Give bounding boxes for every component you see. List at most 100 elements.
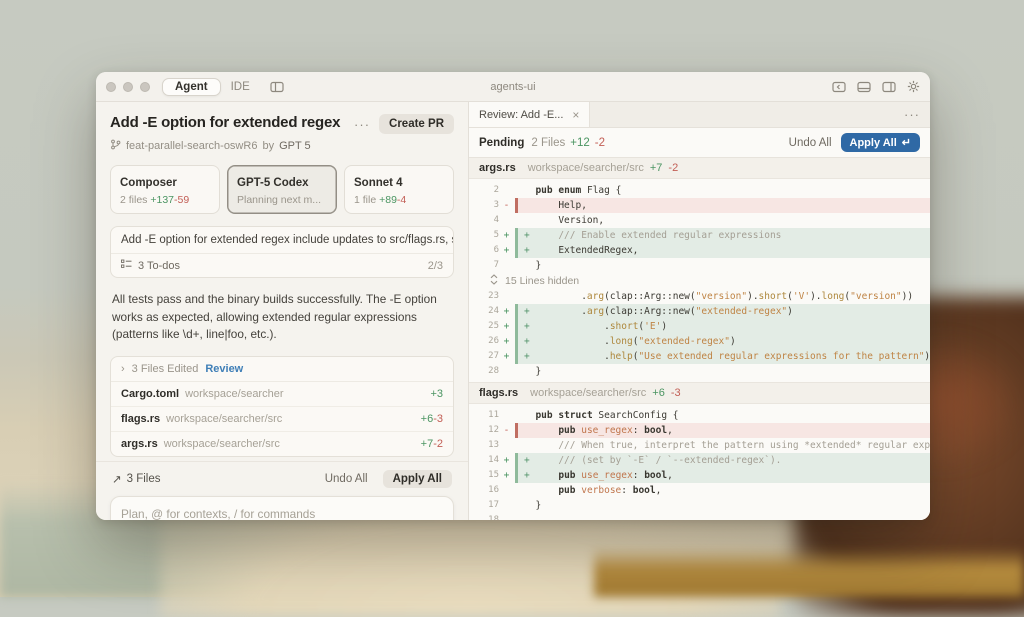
branch-by-label: by — [262, 140, 274, 152]
review-tab-label: Review: Add -E... — [479, 109, 563, 121]
panel-bottom-toggle-icon[interactable] — [857, 81, 871, 93]
app-window: Agent IDE agents-ui Add -E option for ex… — [96, 72, 930, 520]
window-close-button[interactable] — [106, 82, 116, 92]
apply-all-button[interactable]: Apply All ↵ — [841, 133, 920, 152]
window-title: agents-ui — [490, 81, 535, 93]
create-pr-button[interactable]: Create PR — [379, 114, 454, 134]
line-number: 28 — [469, 364, 499, 379]
file-path: workspace/searcher/src — [530, 387, 646, 399]
file-row[interactable]: args.rsworkspace/searcher/src+7-2 — [111, 432, 453, 456]
diff-marker — [499, 498, 514, 513]
todos-label[interactable]: 3 To-dos — [138, 260, 180, 272]
file-name: Cargo.toml — [121, 388, 179, 400]
file-name: flags.rs — [479, 387, 518, 399]
line-number: 16 — [469, 483, 499, 498]
chevron-right-icon[interactable]: › — [121, 363, 125, 375]
settings-gear-icon[interactable] — [907, 80, 920, 93]
apply-all-button[interactable]: Apply All — [383, 470, 452, 488]
pending-files-bar: ↗ 3 Files Undo All Apply All — [96, 461, 468, 496]
undo-all-button[interactable]: Undo All — [789, 137, 832, 149]
panel-left-toggle-icon[interactable] — [832, 81, 846, 93]
review-link[interactable]: Review — [205, 363, 243, 375]
line-number: 27 — [469, 349, 499, 364]
removed-count: -2 — [668, 162, 678, 174]
composer[interactable]: Plan, @ for contexts, / for commands ∞ A… — [110, 496, 454, 520]
worktree-card-sonnet-4[interactable]: Sonnet 41 file +89-4 — [344, 165, 454, 214]
worktree-summary: 2 files +137-59 — [120, 194, 210, 206]
apply-all-label: Apply All — [850, 137, 897, 149]
pending-files-label[interactable]: 3 Files — [127, 473, 161, 485]
files-edited-label[interactable]: 3 Files Edited — [132, 363, 199, 375]
review-tab[interactable]: Review: Add -E... × — [469, 102, 590, 127]
diff-marker: - — [499, 198, 514, 213]
code-line: 28 } — [469, 364, 930, 379]
diff-sections: args.rsworkspace/searcher/src+7-22 pub e… — [469, 158, 930, 520]
wallpaper-grass — [594, 547, 1024, 597]
line-number: 18 — [469, 513, 499, 520]
layout-columns-icon[interactable] — [270, 81, 284, 93]
return-icon: ↵ — [902, 136, 911, 149]
file-path: workspace/searcher — [185, 388, 283, 400]
file-name: args.rs — [479, 162, 516, 174]
branch-model-label: GPT 5 — [279, 140, 311, 152]
file-diff-counts: +6-3 — [421, 413, 443, 425]
files-edited-list: Cargo.tomlworkspace/searcher+3flags.rswo… — [111, 382, 453, 456]
review-panel: Review: Add -E... × ··· Pending 2 Files … — [469, 102, 930, 520]
line-number: 15 — [469, 468, 499, 483]
line-number: 11 — [469, 408, 499, 423]
file-row[interactable]: flags.rsworkspace/searcher/src+6-3 — [111, 407, 453, 432]
code-line: 27++ .help("Use extended regular express… — [469, 349, 930, 364]
code-text: + pub use_regex: bool, — [518, 468, 673, 483]
pending-files-count: 2 Files — [531, 137, 565, 149]
file-row[interactable]: Cargo.tomlworkspace/searcher+3 — [111, 382, 453, 407]
code-text: + ExtendedRegex, — [518, 243, 638, 258]
added-count: +6 — [652, 387, 665, 399]
diff-marker — [499, 438, 514, 453]
diff-marker — [499, 258, 514, 273]
window-zoom-button[interactable] — [140, 82, 150, 92]
tabbar-more-icon[interactable]: ··· — [904, 107, 930, 122]
composer-placeholder[interactable]: Plan, @ for contexts, / for commands — [121, 507, 443, 520]
code-line: 6++ ExtendedRegex, — [469, 243, 930, 258]
thread-title: Add -E option for extended regex — [110, 114, 340, 132]
diff-file-header[interactable]: flags.rsworkspace/searcher/src+6-3 — [469, 382, 930, 404]
diff-marker: + — [499, 334, 514, 349]
agent-panel: Add -E option for extended regex ··· Cre… — [96, 102, 469, 520]
panel-right-toggle-icon[interactable] — [882, 81, 896, 93]
close-icon[interactable]: × — [572, 108, 579, 122]
line-number: 17 — [469, 498, 499, 513]
git-branch-icon — [110, 139, 121, 153]
code-text: + .short('E') — [518, 319, 667, 334]
line-number: 4 — [469, 213, 499, 228]
code-text — [518, 513, 524, 520]
window-minimize-button[interactable] — [123, 82, 133, 92]
titlebar-actions — [832, 80, 920, 93]
code-line: 24++ .arg(clap::Arg::new("extended-regex… — [469, 304, 930, 319]
code-line: 13 /// When true, interpret the pattern … — [469, 438, 930, 453]
code-line: 15+ + pub use_regex: bool, — [469, 468, 930, 483]
pending-header: Pending 2 Files +12 -2 Undo All Apply Al… — [469, 128, 930, 158]
line-number: 25 — [469, 319, 499, 334]
undo-all-button[interactable]: Undo All — [325, 473, 368, 485]
code-text: /// When true, interpret the pattern usi… — [518, 438, 930, 453]
worktree-card-composer[interactable]: Composer 2 files +137-59 — [110, 165, 220, 214]
diff-marker: + — [499, 468, 514, 483]
task-card[interactable]: Add -E option for extended regex include… — [110, 226, 454, 278]
code-text: .arg(clap::Arg::new("version").short('V'… — [518, 289, 913, 304]
hidden-lines-toggle[interactable]: 15 Lines hidden — [469, 273, 930, 289]
diff-file-header[interactable]: args.rsworkspace/searcher/src+7-2 — [469, 158, 930, 179]
worktree-card-gpt-5-codex[interactable]: GPT-5 CodexPlanning next m... — [227, 165, 337, 214]
tab-ide[interactable]: IDE — [221, 79, 260, 95]
code-text: } — [518, 498, 541, 513]
todo-list-icon — [121, 259, 132, 272]
branch-name[interactable]: feat-parallel-search-oswR6 — [126, 140, 257, 152]
code-text: + .arg(clap::Arg::new("extended-regex") — [518, 304, 793, 319]
worktree-name: GPT-5 Codex — [237, 177, 309, 189]
line-number: 6 — [469, 243, 499, 258]
added-count: +12 — [570, 137, 590, 149]
file-name: args.rs — [121, 438, 158, 450]
code-text: pub enum Flag { — [518, 183, 621, 198]
tab-agent[interactable]: Agent — [162, 78, 221, 96]
worktree-name: Composer — [120, 177, 177, 189]
more-options-icon[interactable]: ··· — [354, 118, 370, 131]
